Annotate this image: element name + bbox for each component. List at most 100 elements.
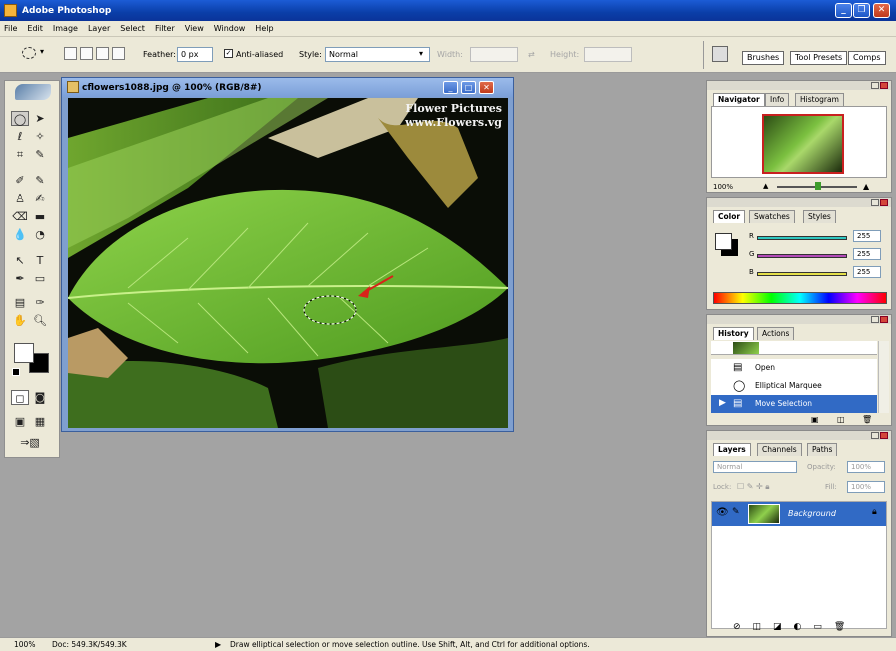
close-button[interactable]: ✕ <box>873 3 890 18</box>
zoom-out-icon[interactable]: ▲ <box>763 183 771 190</box>
menu-view[interactable]: View <box>185 24 204 33</box>
width-input[interactable] <box>470 47 518 62</box>
tab-channels[interactable]: Channels <box>757 443 802 456</box>
menu-window[interactable]: Window <box>214 24 246 33</box>
path-selection-tool-icon[interactable]: ↖ <box>11 253 29 268</box>
navigator-zoom[interactable]: 100% <box>713 183 733 191</box>
feather-input[interactable]: 0 px <box>177 47 213 62</box>
subtract-selection-icon[interactable] <box>96 47 109 60</box>
new-document-from-state-icon[interactable]: ▣ <box>811 415 819 424</box>
style-select[interactable]: Normal <box>325 47 430 62</box>
new-snapshot-icon[interactable]: ◫ <box>837 415 845 424</box>
history-scrollbar[interactable] <box>878 341 889 413</box>
move-tool-icon[interactable]: ➤ <box>31 111 49 126</box>
tab-layers[interactable]: Layers <box>713 443 751 456</box>
restore-button[interactable]: ❐ <box>853 3 870 18</box>
channel-g-slider[interactable] <box>757 254 847 258</box>
standard-mode-icon[interactable]: ◻ <box>11 390 29 405</box>
layer-row[interactable]: 👁︎ ✎ Background 🔒︎ <box>712 502 886 526</box>
minimize-button[interactable]: _ <box>835 3 852 18</box>
color-fg-swatch[interactable] <box>715 233 732 250</box>
shape-tool-icon[interactable]: ▭ <box>31 271 49 286</box>
channel-b-slider[interactable] <box>757 272 847 276</box>
eyedropper-tool-icon[interactable]: ✑ <box>31 295 49 310</box>
pen-tool-icon[interactable]: ✒ <box>11 271 29 286</box>
new-selection-icon[interactable] <box>64 47 77 60</box>
tab-styles[interactable]: Styles <box>803 210 836 223</box>
tab-history[interactable]: History <box>713 327 754 340</box>
quick-mask-mode-icon[interactable]: ◙ <box>31 390 49 405</box>
document-title-bar[interactable]: cflowers1088.jpg @ 100% (RGB/8#) _ □ ✕ <box>62 78 513 97</box>
history-snapshot-row[interactable] <box>711 341 877 355</box>
brush-link-icon[interactable]: ✎ <box>732 507 740 517</box>
navigator-preview[interactable] <box>711 106 887 178</box>
menu-select[interactable]: Select <box>120 24 145 33</box>
doc-minimize-button[interactable]: _ <box>443 81 458 94</box>
elliptical-marquee-preset-icon[interactable] <box>22 47 36 59</box>
menu-image[interactable]: Image <box>53 24 78 33</box>
preset-dropdown-icon[interactable]: ▾ <box>40 47 44 56</box>
brush-tool-icon[interactable]: ✎ <box>31 173 49 188</box>
menu-help[interactable]: Help <box>255 24 273 33</box>
tab-actions[interactable]: Actions <box>757 327 795 340</box>
type-tool-icon[interactable]: T <box>31 253 49 268</box>
layer-actions-bar[interactable]: ⊘◫◪◐▭🗑︎ <box>733 622 857 632</box>
trash-icon[interactable]: 🗑︎ <box>862 415 872 424</box>
crop-tool-icon[interactable]: ⌗ <box>11 147 29 162</box>
doc-close-button[interactable]: ✕ <box>479 81 494 94</box>
menu-layer[interactable]: Layer <box>88 24 110 33</box>
tab-comps[interactable]: Comps <box>848 51 886 65</box>
layers-panel-header[interactable] <box>707 431 891 440</box>
fullscreen-mode-icon[interactable]: ▦ <box>31 414 49 429</box>
antialiased-checkbox[interactable]: ✓ <box>224 49 233 58</box>
blend-mode-select[interactable]: Normal <box>713 461 797 473</box>
dodge-tool-icon[interactable]: ◔ <box>31 227 49 242</box>
tab-tool-presets[interactable]: Tool Presets <box>790 51 848 65</box>
zoom-tool-icon[interactable]: 🔍︎ <box>31 313 49 328</box>
zoom-in-icon[interactable]: ▲ <box>863 182 869 191</box>
jump-to-imageready-icon[interactable]: ⇒▧ <box>11 435 49 450</box>
fill-input[interactable]: 100% <box>847 481 885 493</box>
panel-minimize-icon[interactable] <box>871 432 879 439</box>
doc-maximize-button[interactable]: □ <box>461 81 476 94</box>
channel-b-input[interactable]: 255 <box>853 266 881 278</box>
status-zoom[interactable]: 100% <box>14 638 35 651</box>
tab-info[interactable]: Info <box>765 93 790 106</box>
tab-color[interactable]: Color <box>713 210 746 223</box>
gradient-tool-icon[interactable]: ▬ <box>31 209 49 224</box>
history-item[interactable]: ◯ Elliptical Marquee <box>711 377 877 395</box>
tab-brushes[interactable]: Brushes <box>742 51 785 65</box>
eraser-tool-icon[interactable]: ⌫ <box>11 209 29 224</box>
panel-minimize-icon[interactable] <box>871 199 879 206</box>
lock-icons[interactable]: ☐ ✎ ✛ 🔒︎ <box>737 482 769 492</box>
tab-paths[interactable]: Paths <box>807 443 838 456</box>
color-panel-header[interactable] <box>707 198 891 207</box>
eye-icon[interactable]: 👁︎ <box>716 507 729 518</box>
tab-navigator[interactable]: Navigator <box>713 93 765 106</box>
image-canvas[interactable]: Flower Pictures www.Flowers.vg <box>68 98 508 428</box>
default-colors-icon[interactable] <box>12 368 20 376</box>
add-to-selection-icon[interactable] <box>80 47 93 60</box>
feather-logo-icon[interactable] <box>15 84 51 100</box>
foreground-color-swatch[interactable] <box>14 343 34 363</box>
channel-r-slider[interactable] <box>757 236 847 240</box>
panel-close-icon[interactable] <box>880 82 888 89</box>
clone-stamp-tool-icon[interactable]: ♙ <box>11 191 29 206</box>
slice-tool-icon[interactable]: ✎ <box>31 147 49 162</box>
healing-brush-tool-icon[interactable]: ✐ <box>11 173 29 188</box>
navigator-panel-header[interactable] <box>707 81 891 90</box>
tab-swatches[interactable]: Swatches <box>749 210 795 223</box>
history-panel-header[interactable] <box>707 315 891 324</box>
zoom-slider-thumb[interactable] <box>815 182 821 190</box>
color-spectrum-ramp[interactable] <box>713 292 887 304</box>
history-brush-tool-icon[interactable]: ✍ <box>31 191 49 206</box>
hand-tool-icon[interactable]: ✋ <box>11 313 29 328</box>
marquee-tool-icon[interactable]: ◯ <box>11 111 29 126</box>
intersect-selection-icon[interactable] <box>112 47 125 60</box>
swap-icon[interactable]: ⇄ <box>528 50 535 59</box>
panel-close-icon[interactable] <box>880 316 888 323</box>
channel-r-input[interactable]: 255 <box>853 230 881 242</box>
notes-tool-icon[interactable]: ▤ <box>11 295 29 310</box>
magic-wand-tool-icon[interactable]: ✧ <box>31 129 49 144</box>
history-item[interactable]: ▤ Open <box>711 359 877 377</box>
